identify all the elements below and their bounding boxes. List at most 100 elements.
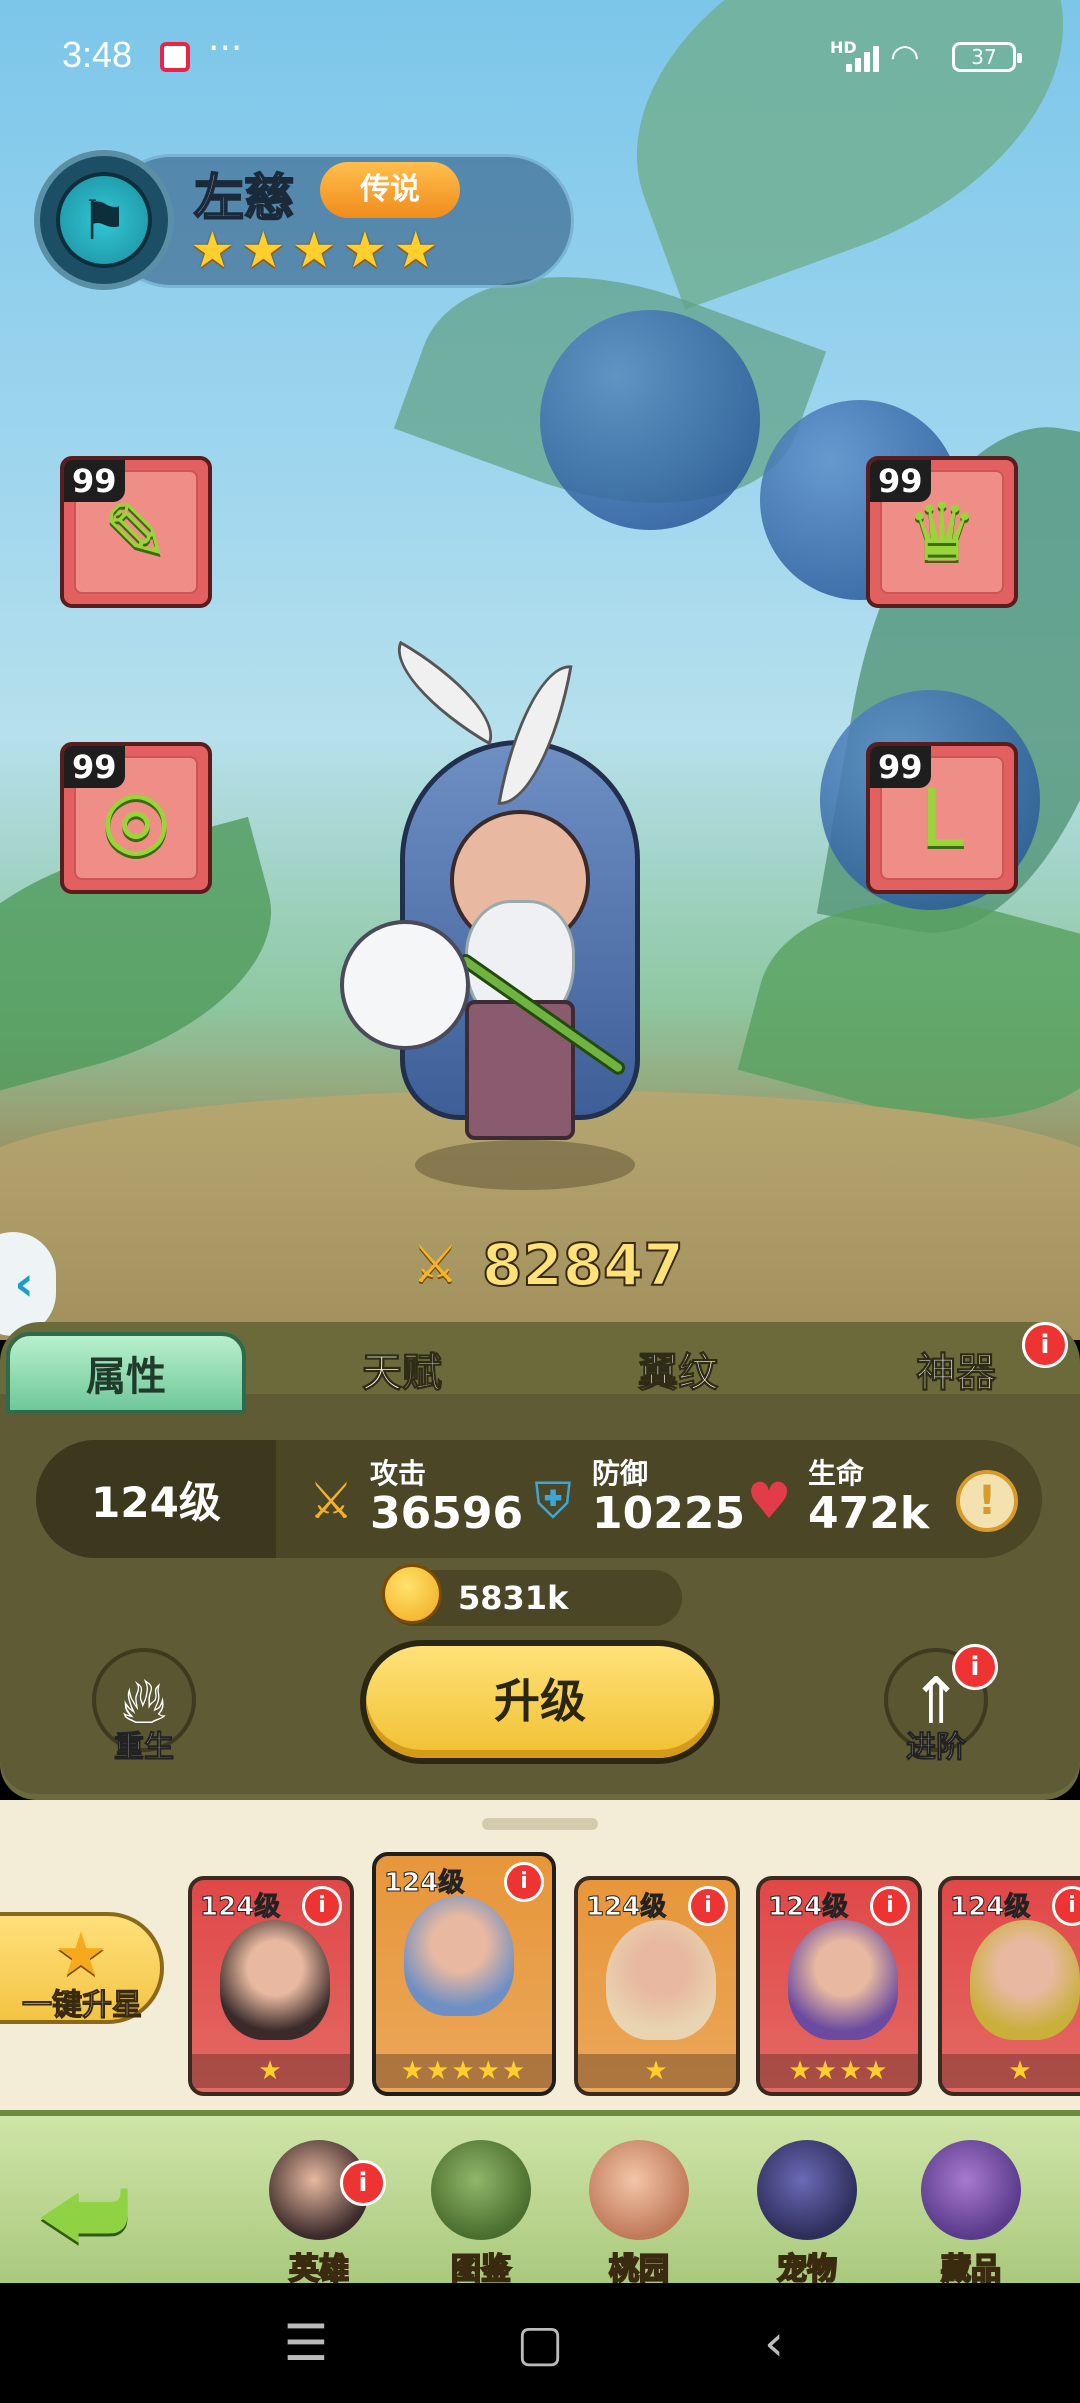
power-value: 82847 (481, 1230, 685, 1300)
star-icon: ★ (240, 221, 286, 279)
nav-label: 图鉴 (450, 2251, 512, 2288)
hero-portrait (970, 1920, 1080, 2040)
nav-peach-garden[interactable]: 桃园 (574, 2140, 704, 2288)
nav-codex[interactable]: 图鉴 (416, 2140, 546, 2288)
hero-card-stars: ★★★★★ (376, 2054, 552, 2088)
pet-icon (757, 2140, 857, 2240)
drag-handle[interactable] (482, 1818, 598, 1830)
nav-heroes-notification-icon: i (340, 2160, 386, 2206)
system-nav-bar: ☰ ▢ ‹ (0, 2283, 1080, 2403)
stat-value: 472k (808, 1488, 930, 1539)
status-time: 3:48 (62, 34, 133, 75)
sword-icon: ⚔ (412, 1235, 459, 1295)
hero-card-notification-icon: i (302, 1886, 342, 1926)
hero-card-stars: ★ (192, 2054, 350, 2088)
hero-portrait (404, 1896, 514, 2016)
nav-heroes[interactable]: 英雄 i (254, 2140, 386, 2288)
stat-value: 10225 (592, 1488, 746, 1539)
stat-value: 36596 (370, 1488, 524, 1539)
hero-header: ⚑ 左慈 传说 ★ ★ ★ ★ ★ (34, 150, 594, 290)
rebirth-button[interactable]: 🔥︎ 重生 (92, 1648, 196, 1766)
wifi-icon: ◠ (890, 37, 920, 77)
hero-card-notification-icon: i (688, 1886, 728, 1926)
hero-card-level: 124级 (585, 1892, 667, 1923)
hero-card-notification-icon: i (504, 1862, 544, 1902)
equip-level: 99 (870, 746, 931, 788)
hero-portrait (606, 1920, 716, 2040)
equip-level: 99 (64, 460, 125, 502)
hero-card-stars: ★★★★ (760, 2054, 918, 2088)
hero-card-notification-icon: i (1052, 1886, 1080, 1926)
advance-notification-icon: i (952, 1644, 998, 1690)
star-icon: ★ (393, 221, 439, 279)
back-arrow-icon[interactable]: ⮨ (40, 2167, 160, 2263)
equip-slot-boots[interactable]: 99 ᒪ (866, 742, 1018, 894)
hero-card[interactable]: 124级 ★ i (574, 1876, 740, 2096)
background-berry (540, 310, 760, 530)
hero-card[interactable]: 124级 ★ i (188, 1876, 354, 2096)
peach-garden-icon (589, 2140, 689, 2240)
shield-icon: ⛨ (534, 1472, 572, 1530)
nav-pets[interactable]: 宠物 (742, 2140, 872, 2288)
hero-card-level: 124级 (383, 1868, 465, 1899)
nav-label: 宠物 (776, 2251, 838, 2288)
home-button[interactable]: ▢ (510, 2313, 570, 2373)
collection-icon (921, 2140, 1021, 2240)
star-up-label: 一键升星 (22, 1988, 143, 2024)
nav-collection[interactable]: 藏品 (906, 2140, 1036, 2288)
codex-icon (431, 2140, 531, 2240)
recent-apps-button[interactable]: ☰ (276, 2313, 336, 2373)
nav-label: 桃园 (608, 2251, 670, 2288)
hero-character[interactable] (340, 640, 700, 1190)
hero-card-stars: ★ (942, 2054, 1080, 2088)
hero-card-level: 124级 (767, 1892, 849, 1923)
hero-card-stars: ★ (578, 2054, 736, 2088)
hero-level: 124级 (36, 1440, 276, 1558)
tab-talent[interactable]: 天赋 (282, 1332, 522, 1414)
rarity-badge: 传说 (320, 162, 460, 218)
nav-label: 藏品 (940, 2251, 1002, 2288)
equip-slot-weapon[interactable]: 99 ✎ (60, 456, 212, 608)
battery-icon: 37 (952, 42, 1022, 72)
more-notifications-icon: ··· (208, 28, 243, 69)
attack-icon: ⚔ (308, 1472, 354, 1530)
hero-portrait (220, 1920, 330, 2040)
rebirth-label: 重生 (114, 1730, 175, 1766)
stat-label: 防御 (592, 1457, 649, 1490)
heart-icon: ♥ (746, 1472, 792, 1530)
stat-label: 攻击 (370, 1457, 427, 1490)
star-icon: ★ (342, 221, 388, 279)
equip-slot-ring[interactable]: 99 ◎ (60, 742, 212, 894)
hero-card-level: 124级 (949, 1892, 1031, 1923)
equip-level: 99 (64, 746, 125, 788)
hero-card-notification-icon: i (870, 1886, 910, 1926)
flag-icon[interactable]: ⚑ (34, 150, 174, 290)
hero-card[interactable]: 124级 ★★★★ i (756, 1876, 922, 2096)
hero-card[interactable]: 124级 ★★★★★ i (372, 1852, 556, 2096)
tab-attributes[interactable]: 属性 (6, 1332, 246, 1414)
tab-artifact-notification-icon: i (1022, 1322, 1068, 1368)
nav-label: 英雄 (288, 2251, 350, 2288)
upgrade-cost: 5831k /59100 (382, 1564, 682, 1673)
one-click-star-up-button[interactable]: ★ 一键升星 (0, 1912, 164, 2024)
advance-label: 进阶 (906, 1730, 967, 1766)
peach-coin-icon (382, 1564, 442, 1624)
hero-portrait (788, 1920, 898, 2040)
equip-slot-armor[interactable]: 99 ♛ (866, 456, 1018, 608)
hero-card[interactable]: 124级 ★ i (938, 1876, 1080, 2096)
hero-name: 左慈 (193, 168, 295, 228)
equip-level: 99 (870, 460, 931, 502)
stats-info-button[interactable]: ! (956, 1470, 1018, 1532)
status-bar: 3:48 ··· HD ◠ 37 (0, 0, 1080, 115)
signal-icon (846, 44, 880, 72)
stat-label: 生命 (808, 1457, 865, 1490)
back-button[interactable]: ‹ (744, 2313, 804, 2373)
app-notification-icon (160, 42, 190, 72)
star-icon: ★ (190, 221, 235, 279)
combat-power: ⚔ 82847 (412, 1230, 685, 1300)
upgrade-button[interactable]: 升级 (360, 1640, 720, 1764)
star-icon: ★ (291, 221, 337, 279)
hero-stars: ★ ★ ★ ★ ★ (190, 224, 438, 276)
tab-wing-pattern[interactable]: 翼纹 (558, 1332, 798, 1414)
hero-card-level: 124级 (199, 1892, 281, 1923)
